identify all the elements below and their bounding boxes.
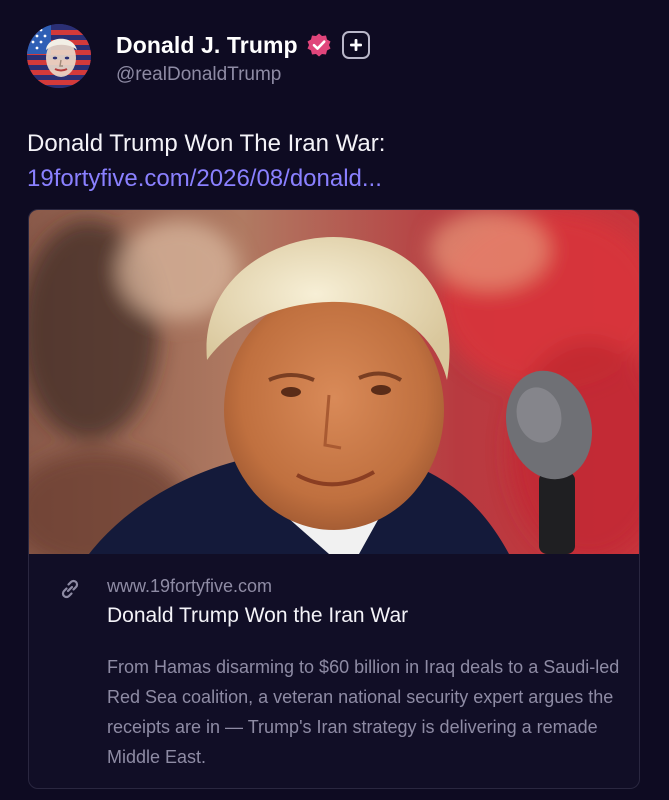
author-display-name[interactable]: Donald J. Trump	[116, 32, 298, 59]
post-body-text: Donald Trump Won The Iran War:	[27, 130, 386, 157]
post-text: Donald Trump Won The Iran War: 19fortyfi…	[27, 126, 647, 196]
avatar[interactable]	[27, 24, 91, 88]
trump-at-microphone-photo-icon	[29, 210, 639, 554]
link-preview-card[interactable]: www.19fortyfive.com Donald Trump Won the…	[28, 209, 640, 789]
link-icon	[61, 579, 79, 599]
card-description: From Hamas disarming to $60 billion in I…	[107, 657, 620, 767]
author-handle[interactable]: @realDonaldTrump	[116, 64, 281, 86]
plus-button[interactable]	[341, 31, 370, 59]
plus-icon	[349, 39, 362, 51]
post: Donald J. Trump @realDonaldTrump Donald …	[0, 0, 669, 800]
verified-badge-icon	[306, 32, 332, 58]
card-title: Donald Trump Won the Iran War	[107, 604, 409, 627]
flag-portrait-avatar-icon	[27, 24, 91, 88]
card-domain: www.19fortyfive.com	[107, 576, 273, 596]
card-body: www.19fortyfive.com Donald Trump Won the…	[29, 554, 639, 788]
post-link[interactable]: 19fortyfive.com/2026/08/donald...	[27, 165, 382, 192]
author-name-row: Donald J. Trump	[116, 28, 370, 62]
